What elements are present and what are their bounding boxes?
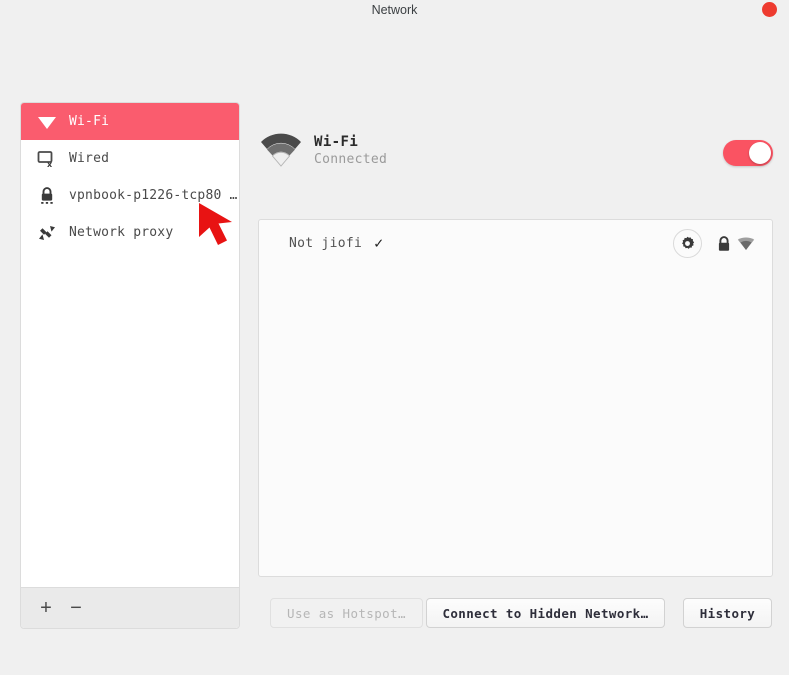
vpn-lock-icon [35,185,59,207]
wifi-header-text: Wi-Fi Connected [314,133,387,169]
wired-disconnected-icon: x [35,148,59,170]
wifi-header: Wi-Fi Connected [258,126,773,176]
sidebar-item-network-proxy[interactable]: Network proxy [21,214,239,251]
sidebar-toolbar: + − [21,587,239,628]
wifi-signal-icon [736,234,756,254]
list-item[interactable]: Not jiofi ✓ [259,220,772,267]
history-button[interactable]: History [683,598,772,628]
main-action-bar: Use as Hotspot… Connect to Hidden Networ… [258,598,773,629]
sidebar-item-vpn[interactable]: vpnbook-p1226-tcp80 … [21,177,239,214]
network-list: Not jiofi ✓ [258,219,773,577]
wifi-toggle-knob [749,142,771,164]
gear-icon[interactable] [673,229,702,258]
sidebar-list: Wi-Fi x Wired vpnbook-p1226-tcp80 … Netw… [21,103,239,587]
sidebar-item-wired[interactable]: x Wired [21,140,239,177]
window-title: Network [371,3,418,17]
record-dot-icon [762,2,777,17]
sidebar: Wi-Fi x Wired vpnbook-p1226-tcp80 … Netw… [20,102,240,629]
wifi-signal-icon [258,131,304,171]
sidebar-item-label-wifi: Wi-Fi [69,114,110,129]
lock-icon [714,234,734,254]
add-connection-button[interactable]: + [31,593,61,623]
use-as-hotspot-button[interactable]: Use as Hotspot… [270,598,423,628]
wifi-toggle[interactable] [723,140,773,166]
main-pane: Wi-Fi Connected Not jiofi ✓ Use as Hotsp… [258,102,773,629]
window-titlebar: Network [0,0,789,28]
wifi-icon [35,111,59,133]
sidebar-item-label-network-proxy: Network proxy [69,225,174,240]
wifi-header-status: Connected [314,152,388,167]
proxy-arrows-icon [35,222,59,244]
sidebar-item-wifi[interactable]: Wi-Fi [21,103,239,140]
svg-text:x: x [47,160,53,168]
remove-connection-button[interactable]: − [61,593,91,623]
connect-hidden-network-button[interactable]: Connect to Hidden Network… [426,598,665,628]
sidebar-item-label-vpn: vpnbook-p1226-tcp80 … [69,188,238,203]
sidebar-item-label-wired: Wired [69,151,110,166]
wifi-header-title: Wi-Fi [314,134,359,150]
network-name: Not jiofi [289,236,363,251]
connected-check-icon: ✓ [374,234,384,252]
